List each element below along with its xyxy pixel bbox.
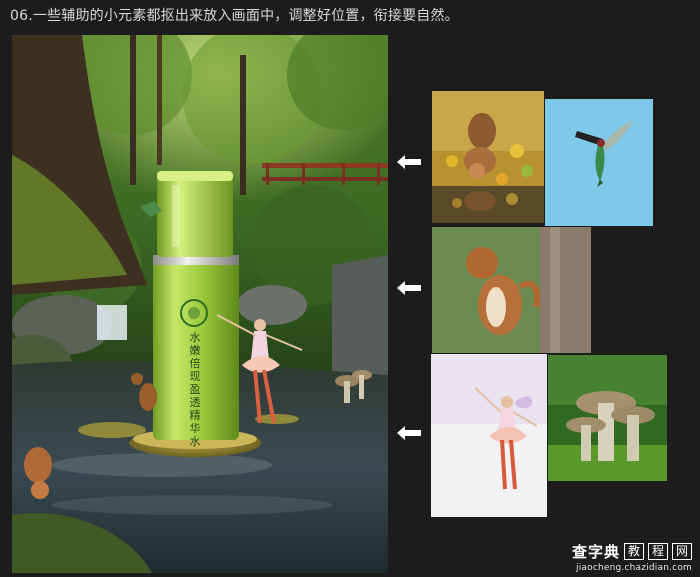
watermark-char-3: 网 xyxy=(671,543,692,560)
watermark-url: jiaocheng.chazidian.com xyxy=(576,563,692,573)
hummingbird-thumbnail xyxy=(545,99,653,226)
left-arrow-icon xyxy=(396,154,422,170)
site-watermark: 查字典 教 程 网 jiaocheng.chazidian.com xyxy=(572,541,692,573)
left-arrow-icon xyxy=(396,425,422,441)
fairy-thumbnail xyxy=(431,354,547,517)
bottle-label: 水嫩倍现盈透精华水 xyxy=(189,331,201,448)
watermark-char-2: 程 xyxy=(647,543,668,560)
composite-scene xyxy=(12,35,388,573)
squirrel-leaves-thumbnail xyxy=(432,91,544,223)
watermark-brand: 查字典 xyxy=(571,543,620,561)
step-caption: 06.一些辅助的小元素都抠出来放入画面中，调整好位置，衔接要自然。 xyxy=(10,8,459,24)
mushrooms-thumbnail xyxy=(548,355,667,481)
composite-image: 水嫩倍现盈透精华水 xyxy=(12,35,388,573)
squirrel-tree-thumbnail xyxy=(432,227,591,353)
watermark-char-1: 教 xyxy=(623,543,644,560)
left-arrow-icon xyxy=(396,280,422,296)
